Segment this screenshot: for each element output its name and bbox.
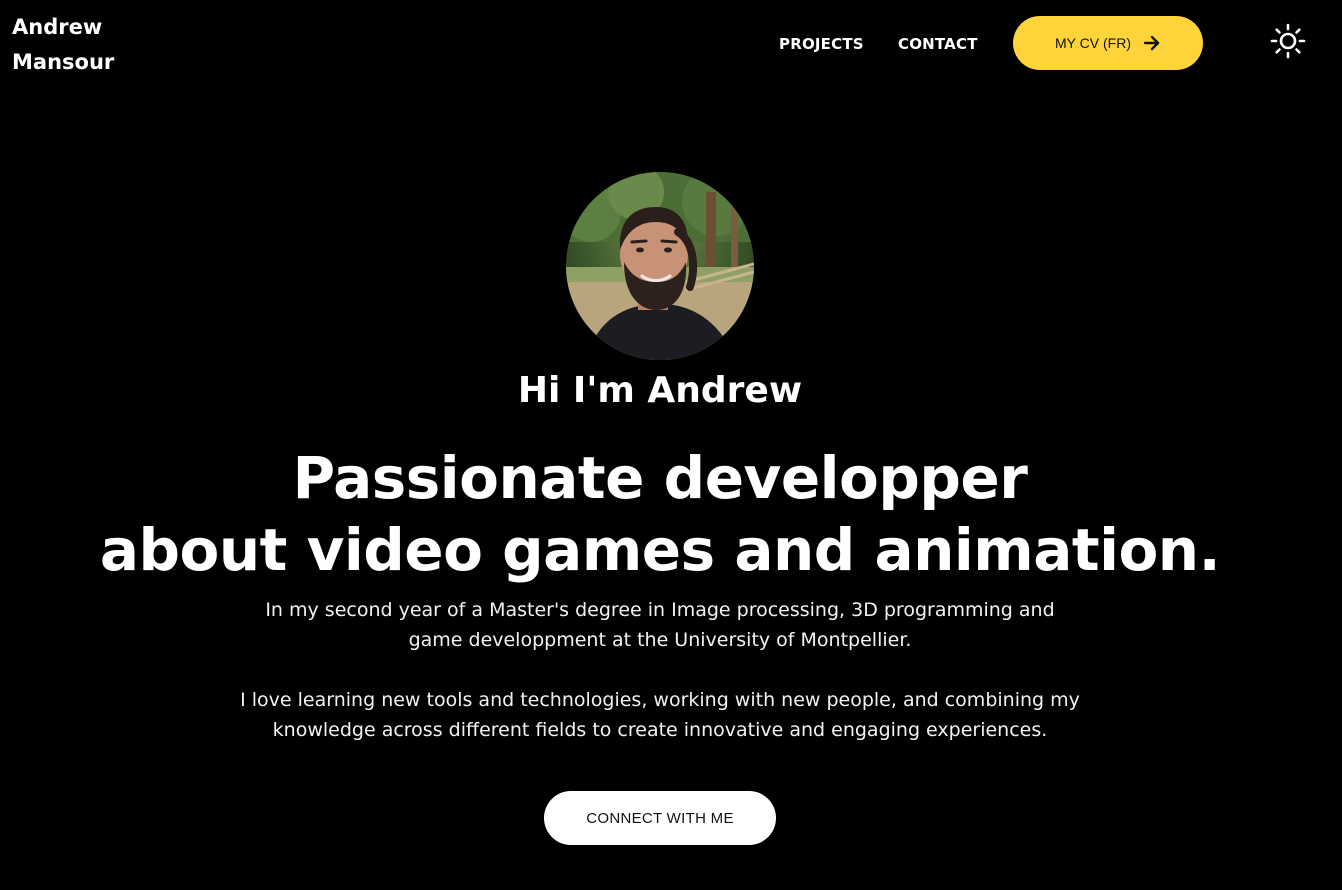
brand-first-name: Andrew [12,15,103,39]
page: Andrew Mansour PROJECTS CONTACT MY CV (F… [0,0,1342,890]
hero-greeting: Hi I'm Andrew [517,370,803,411]
profile-avatar [566,172,754,360]
cv-button-label: MY CV (FR) [1055,35,1131,51]
intro-paragraph-interests: I love learning new tools and technologi… [240,689,1080,741]
connect-with-me-button[interactable]: CONNECT WITH ME [544,791,776,845]
headline-line-2: about video games and animation. [99,516,1221,584]
brand-last-name: Mansour [12,50,115,74]
hero-headline: Passionate developper about video games … [0,442,1320,586]
sun-icon [1270,23,1306,63]
arrow-right-icon [1143,34,1161,52]
nav-contact-link[interactable]: CONTACT [898,34,978,54]
nav-projects-link[interactable]: PROJECTS [779,34,864,54]
intro-paragraph-education: In my second year of a Master's degree i… [265,599,1055,651]
cv-download-button[interactable]: MY CV (FR) [1013,16,1203,70]
site-brand[interactable]: Andrew Mansour [12,10,132,80]
headline-line-1: Passionate developper [292,444,1028,512]
theme-toggle-button[interactable] [1268,23,1308,63]
